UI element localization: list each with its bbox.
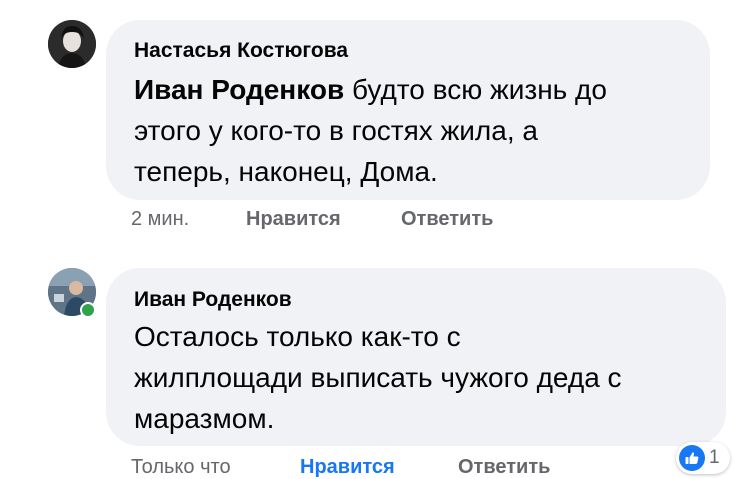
reply-button[interactable]: Ответить [458,456,550,479]
mention-link[interactable]: Иван Роденков [134,74,344,105]
comment-text: Осталось только как-то с жилплощади выпи… [134,321,622,434]
like-button[interactable]: Нравится [300,456,395,479]
comment-author[interactable]: Настасья Костюгова [134,39,348,63]
reaction-summary[interactable]: 1 [676,442,730,474]
comment-bubble: Иван Роденков Осталось только как-то с ж… [106,268,726,446]
avatar-photo-icon [48,20,96,68]
comment-author[interactable]: Иван Роденков [134,288,292,312]
comment-timestamp[interactable]: 2 мин. [131,208,189,231]
comment-timestamp[interactable]: Только что [131,456,231,479]
like-button[interactable]: Нравится [246,208,341,231]
avatar-nastasya[interactable] [48,20,96,68]
online-status-indicator [80,302,96,318]
reply-button[interactable]: Ответить [401,208,493,231]
comment-text: Иван Роденков будто всю жизнь до этого у… [134,69,704,192]
comment-bubble: Настасья Костюгова Иван Роденков будто в… [106,20,710,200]
thumbs-up-icon [679,445,705,471]
reaction-count: 1 [709,447,720,468]
